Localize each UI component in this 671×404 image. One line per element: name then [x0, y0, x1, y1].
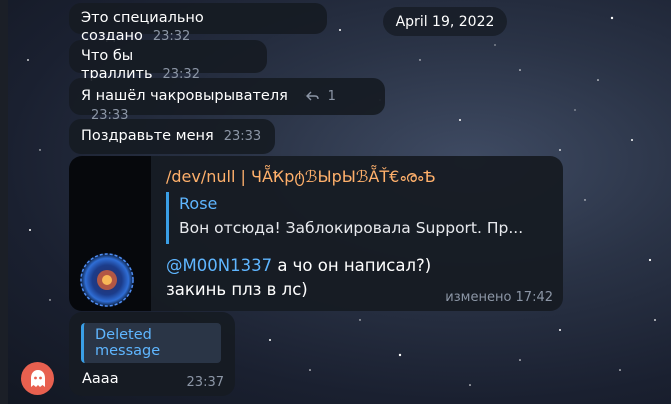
- mention-link[interactable]: @M00N1337: [166, 256, 272, 275]
- blue-orb-image: [80, 253, 134, 307]
- message-text: @M00N1337 а чо он написал?) закинь плз в…: [166, 254, 431, 302]
- message-bubble[interactable]: Я нашёл чакровырывателя 1 23:33: [69, 78, 385, 123]
- date-badge: April 19, 2022: [383, 7, 507, 36]
- message-text-part2: закинь плз в лс): [166, 280, 308, 299]
- message-bubble[interactable]: Deleted message Aaaa 23:37: [69, 312, 235, 396]
- message-text: Что бы траллить: [81, 48, 153, 82]
- reply-quote[interactable]: Rose Вон отсюда! Заблокировала Support. …: [166, 192, 561, 244]
- edited-time: изменено 17:42: [445, 290, 553, 305]
- message-text: Aaaa: [82, 371, 119, 387]
- message-bubble[interactable]: Что бы траллить 23:32: [69, 40, 267, 82]
- message-text-part1: а чо он написал?): [272, 256, 432, 275]
- message-text: Я нашёл чакровырывателя: [81, 88, 288, 104]
- quote-text: Вон отсюда! Заблокировала Support. Пр...: [179, 219, 524, 237]
- message-with-media[interactable]: /dev/null | ЧẴҞрტℬЫрЫℬẴŤ€ൟѢ Rose Вон отс…: [69, 156, 563, 311]
- avatar[interactable]: [21, 362, 54, 395]
- reply-count: 1: [327, 89, 336, 104]
- deleted-message-quote[interactable]: Deleted message: [81, 323, 221, 363]
- message-bubble[interactable]: Поздравьте меня 23:33: [69, 119, 275, 154]
- reply-indicator[interactable]: 1: [306, 89, 336, 104]
- reply-arrow-icon: [306, 91, 320, 101]
- message-bubble[interactable]: Это специально создано 23:32: [69, 3, 327, 44]
- quote-author: Rose: [179, 194, 218, 213]
- message-time: 23:33: [223, 129, 262, 144]
- message-text: Поздравьте меня: [81, 128, 214, 144]
- ghost-icon: [30, 369, 45, 387]
- media-thumbnail[interactable]: [69, 156, 151, 311]
- sender-title[interactable]: /dev/null | ЧẴҞрტℬЫрЫℬẴŤ€ൟѢ: [166, 167, 436, 187]
- message-time: 23:37: [186, 375, 224, 390]
